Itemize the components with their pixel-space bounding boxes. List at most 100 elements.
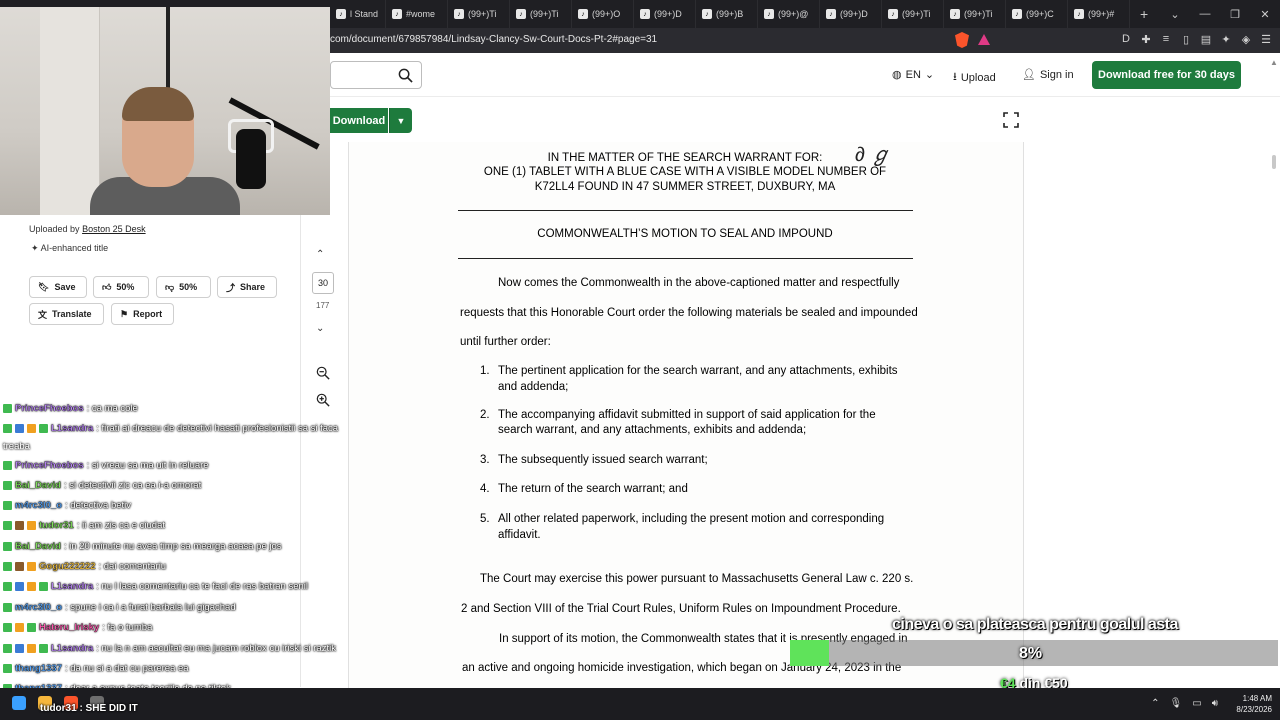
- like-button[interactable]: 👍︎ 50%: [93, 276, 149, 298]
- network-icon[interactable]: ▭: [1192, 698, 1201, 709]
- chat-username[interactable]: L1sandra: [51, 581, 93, 592]
- translate-button[interactable]: 文 Translate: [29, 303, 104, 325]
- webcam-streamer-hair: [122, 87, 194, 121]
- previous-page-icon[interactable]: ⌃: [316, 249, 324, 260]
- minimize-icon[interactable]: —: [1190, 0, 1220, 28]
- chat-badge-icon: [39, 424, 48, 433]
- sign-in-link[interactable]: 👤︎ Sign in: [1022, 68, 1074, 82]
- brave-rewards-icon[interactable]: [978, 34, 990, 45]
- browser-tab[interactable]: ♪ (99+)@: [758, 0, 820, 28]
- scrollbar-thumb[interactable]: [1272, 155, 1276, 169]
- browser-tab[interactable]: ♪ (99+)D: [820, 0, 882, 28]
- chat-username[interactable]: L1sandra: [51, 423, 93, 434]
- chevron-down-icon: ⌄: [924, 69, 935, 81]
- chat-username[interactable]: tudor31: [39, 520, 74, 531]
- microphone-icon[interactable]: 🎙︎: [1170, 698, 1183, 709]
- chat-username[interactable]: m4rc3l0_o: [15, 500, 62, 511]
- maximize-icon[interactable]: ❐: [1220, 0, 1250, 28]
- language-selector[interactable]: ◍ EN ⌄: [892, 68, 935, 82]
- browser-tab[interactable]: ♪ (99+)Ti: [510, 0, 572, 28]
- chat-message: L1sandra: nu l lasa comentariu ca te fac…: [3, 581, 308, 592]
- url-text[interactable]: com/document/679857984/Lindsay-Clancy-Sw…: [330, 34, 657, 45]
- bookmark-icon: 🔖︎: [38, 281, 50, 292]
- tab-list-chevron-icon[interactable]: ⌄: [1160, 0, 1190, 28]
- uploader-link[interactable]: Boston 25 Desk: [82, 224, 146, 234]
- search-input[interactable]: [330, 61, 422, 89]
- dislike-button[interactable]: 👎︎ 50%: [156, 276, 211, 298]
- download-options-button[interactable]: ▼: [389, 108, 412, 133]
- vpn-shield-icon[interactable]: ◈: [1240, 32, 1252, 46]
- browser-tab[interactable]: ♪ #wome: [386, 0, 448, 28]
- window-controls: ⌄ — ❐ ✕: [1160, 0, 1280, 28]
- chat-badge-icon: [39, 644, 48, 653]
- report-button[interactable]: ⚑ Report: [111, 303, 174, 325]
- save-button[interactable]: 🔖︎ Save: [29, 276, 87, 298]
- chat-username[interactable]: m4rc3l0_o: [15, 602, 62, 613]
- windows-start-icon[interactable]: [12, 696, 26, 710]
- list-item-number: 4.: [480, 483, 490, 495]
- new-tab-button[interactable]: +: [1130, 6, 1158, 22]
- chat-username[interactable]: L1sandra: [51, 643, 93, 654]
- close-icon[interactable]: ✕: [1250, 0, 1280, 28]
- like-percent: 50%: [116, 282, 135, 292]
- chat-badge-icon: [3, 542, 12, 551]
- doc-rule-top: [458, 210, 913, 211]
- browser-tab[interactable]: ♪ (99+)O: [572, 0, 634, 28]
- fullscreen-icon[interactable]: [1003, 112, 1019, 128]
- browser-tab[interactable]: ♪ (99+)B: [696, 0, 758, 28]
- taskbar-clock[interactable]: 1:48 AM 8/23/2026: [1236, 693, 1272, 715]
- chat-message: PrinceFhoebos: si vreau sa ma uit in rel…: [3, 460, 209, 471]
- browser-tab[interactable]: ♪ (99+)Ti: [882, 0, 944, 28]
- thumbs-up-icon: 👍︎: [102, 281, 112, 292]
- browser-tab[interactable]: ♪ (99+)Ti: [944, 0, 1006, 28]
- menu-icon[interactable]: ☰: [1260, 32, 1272, 46]
- chat-text: : spune i ca i a furat barbaia lui gigac…: [65, 602, 236, 613]
- chat-badge-icon: [27, 424, 36, 433]
- chat-username[interactable]: Bai_David: [15, 541, 61, 552]
- download-free-button[interactable]: Download free for 30 days: [1092, 61, 1241, 89]
- browser-tab[interactable]: ♪ (99+)Ti: [448, 0, 510, 28]
- wallet-icon[interactable]: ▤: [1200, 32, 1212, 46]
- tab-favicon-icon: ♪: [454, 9, 464, 19]
- chat-badge-icon: [3, 461, 12, 470]
- tray-chevron-icon[interactable]: ⌃: [1151, 698, 1159, 709]
- current-page-input[interactable]: 30: [312, 272, 334, 294]
- chat-username[interactable]: thang1337: [15, 663, 62, 674]
- ai-sparkle-icon[interactable]: ✦: [1220, 32, 1232, 46]
- extension-d-icon[interactable]: D: [1120, 32, 1132, 46]
- tab-label: #wome: [406, 9, 436, 19]
- chat-text: : ca ma cole: [86, 403, 138, 414]
- chat-badge-icon: [3, 664, 12, 673]
- sidebar-icon[interactable]: ▯: [1180, 32, 1192, 46]
- scroll-up-icon[interactable]: ▲: [1270, 58, 1278, 67]
- upload-link[interactable]: ⭳ Upload: [953, 68, 996, 87]
- chat-text: : nu la n am ascultat eu ma jucam roblox…: [96, 643, 336, 654]
- chat-username[interactable]: Hateru_Irisky: [39, 622, 99, 633]
- tab-label: (99+)Ti: [964, 9, 993, 19]
- search-icon[interactable]: [398, 68, 413, 83]
- bookmark-list-icon[interactable]: ≡: [1160, 32, 1172, 46]
- puzzle-icon[interactable]: ✚: [1140, 32, 1152, 46]
- browser-tab[interactable]: ♪ (99+)D: [634, 0, 696, 28]
- tab-favicon-icon: ♪: [764, 9, 774, 19]
- screen: ♪ l Stand ♪ #wome ♪ (99+)Ti ♪ (99+)Ti ♪ (99+)O ♪ (9…: [0, 0, 1280, 720]
- next-page-icon[interactable]: ⌄: [316, 323, 324, 334]
- dislike-percent: 50%: [179, 282, 198, 292]
- chat-message: thang1337: da nu si a dat cu parerea ea: [3, 663, 189, 674]
- download-button[interactable]: Download: [330, 108, 388, 133]
- zoom-out-icon[interactable]: [316, 366, 330, 380]
- chevron-down-icon: ▼: [396, 115, 406, 126]
- volume-icon[interactable]: 🔊︎: [1212, 698, 1218, 709]
- chat-username[interactable]: PrinceFhoebos: [15, 460, 84, 471]
- browser-tab[interactable]: ♪ l Stand: [330, 0, 386, 28]
- chat-message: Bai_David: in 20 minute nu avea timp sa …: [3, 541, 282, 552]
- browser-tab[interactable]: ♪ (99+)#: [1068, 0, 1130, 28]
- share-button[interactable]: ⤴︎ Share: [217, 276, 277, 298]
- browser-tab[interactable]: ♪ (99+)C: [1006, 0, 1068, 28]
- chat-username[interactable]: Gogu222222: [39, 561, 96, 572]
- list-item-line2: and addenda;: [498, 381, 569, 393]
- chat-username[interactable]: PrinceFhoebos: [15, 403, 84, 414]
- chat-username[interactable]: Bai_David: [15, 480, 61, 491]
- para2-line2: 2 and Section VIII of the Trial Court Ru…: [461, 603, 901, 615]
- chat-text: : da nu si a dat cu parerea ea: [65, 663, 189, 674]
